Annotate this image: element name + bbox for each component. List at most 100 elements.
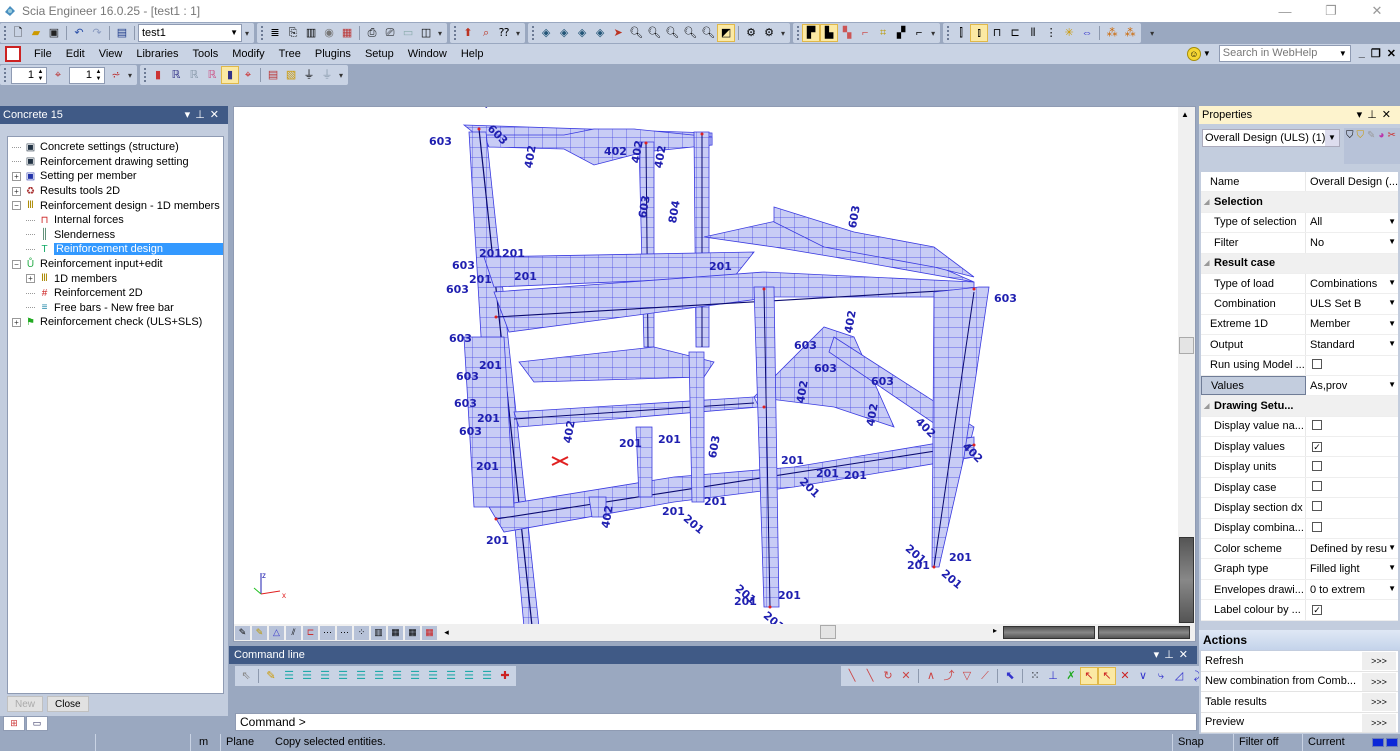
library-icon[interactable]: ▥ xyxy=(303,25,319,41)
disconnect-icon[interactable]: ✂ xyxy=(1387,130,1395,141)
snap-mid-icon[interactable]: ↖ xyxy=(1098,667,1116,685)
property-row[interactable]: Output Standard ▼ xyxy=(1201,335,1398,356)
section-box-icon[interactable]: ☰ xyxy=(443,668,459,684)
property-row[interactable]: Display value na... xyxy=(1201,416,1398,438)
pin-icon[interactable]: ⊥ xyxy=(195,109,210,121)
checkbox-checked[interactable]: ✓ xyxy=(1312,605,1322,616)
section-rect-icon[interactable]: ☰ xyxy=(281,668,297,684)
highlighter-icon[interactable]: ✎ xyxy=(252,625,267,640)
wireframe-icon[interactable]: ▛ xyxy=(802,24,821,42)
checkbox[interactable] xyxy=(1312,358,1322,369)
view-x-icon[interactable]: ◈ xyxy=(556,25,572,41)
snap-end-icon[interactable]: ↖ xyxy=(1080,667,1098,685)
material-icon[interactable]: ◉ xyxy=(321,25,337,41)
layers-icon[interactable]: ≣ xyxy=(267,25,283,41)
menu-edit[interactable]: Edit xyxy=(59,48,92,60)
view-params2-icon[interactable]: ⚙ xyxy=(761,25,777,41)
property-row[interactable]: Graph type Filled light ▼ xyxy=(1201,559,1398,580)
window-layout-icon[interactable]: ▤ xyxy=(114,25,130,41)
slope-icon[interactable]: ⟋ xyxy=(977,668,993,684)
property-value[interactable]: All xyxy=(1306,216,1398,228)
section-c-icon[interactable]: ☰ xyxy=(407,668,423,684)
mdi-restore-icon[interactable]: ❐ xyxy=(1371,47,1381,60)
section-i-icon[interactable]: ☰ xyxy=(299,668,315,684)
snap-perp-icon[interactable]: ⊥ xyxy=(1045,668,1061,684)
property-row[interactable]: Type of load Combinations ▼ xyxy=(1201,273,1398,295)
chevron-down-icon[interactable]: ▼ xyxy=(1388,563,1396,572)
calculator-icon[interactable]: ▭ xyxy=(400,25,416,41)
zoom-out-icon[interactable]: 🔍︎ xyxy=(646,25,662,41)
support-view-icon[interactable]: △ xyxy=(269,625,284,640)
expand-icon[interactable]: + xyxy=(12,317,21,327)
action-go-button[interactable]: >>> xyxy=(1362,652,1396,670)
tree-tab-icon[interactable]: ⊞ xyxy=(3,716,25,731)
properties-object-combo[interactable]: Overall Design (ULS) (1) ▼ xyxy=(1202,129,1340,147)
zoom-window-icon[interactable]: 🔍︎ xyxy=(682,25,698,41)
select-entity-icon[interactable]: ⬉ xyxy=(1002,668,1018,684)
pan-icon[interactable]: ➤ xyxy=(610,25,626,41)
pin-icon[interactable]: ⊥ xyxy=(1164,649,1179,661)
property-row[interactable]: Envelopes drawi... 0 to extrem ▼ xyxy=(1201,579,1398,601)
scroll-up-icon[interactable]: ▲ xyxy=(1181,110,1189,119)
node-icon[interactable]: ⫾ xyxy=(970,24,989,42)
spin-arrows-icon[interactable]: ▲ ▼ xyxy=(36,69,45,83)
tree-item[interactable]: + ♻ Results tools 2D xyxy=(8,184,223,199)
section-o-icon[interactable]: ☰ xyxy=(389,668,405,684)
menu-plugins[interactable]: Plugins xyxy=(308,48,358,60)
checkbox[interactable] xyxy=(1312,521,1322,532)
close-icon[interactable]: ✕ xyxy=(1382,109,1396,121)
section-l-icon[interactable]: ☰ xyxy=(335,668,351,684)
tree-item[interactable]: # Reinforcement 2D xyxy=(8,286,223,301)
section-pipe-icon[interactable]: ☰ xyxy=(461,668,477,684)
expand-icon[interactable]: + xyxy=(26,274,35,284)
zoom-all-icon[interactable]: 🔍︎ xyxy=(664,25,680,41)
action-row[interactable]: Table results >>> xyxy=(1201,692,1398,713)
plane-status[interactable]: Plane XY xyxy=(220,734,270,751)
graph-icon[interactable]: ⊏ xyxy=(303,625,318,640)
menu-file[interactable]: File xyxy=(27,48,59,60)
redo-icon[interactable]: ↷ xyxy=(89,25,105,41)
zoom-in-icon[interactable]: 🔍︎ xyxy=(628,25,644,41)
shading-icon[interactable]: ▞ xyxy=(893,25,909,41)
tree-item[interactable]: ⊓ Internal forces xyxy=(8,213,223,228)
3d-viewport[interactable]: z x 603201603402402402402603804603201603… xyxy=(233,106,1196,642)
triangle-icon[interactable]: ▽ xyxy=(959,668,975,684)
action-go-button[interactable]: >>> xyxy=(1362,672,1396,691)
cross-icon[interactable]: ✕ xyxy=(898,668,914,684)
property-value[interactable]: 0 to extrem xyxy=(1306,584,1398,596)
property-value[interactable]: Member xyxy=(1306,318,1398,330)
checkbox[interactable] xyxy=(1312,501,1322,512)
panel-menu-icon[interactable]: ▾ xyxy=(185,109,196,121)
collapse-triangle-icon[interactable]: ◢ xyxy=(1204,402,1209,410)
tree-item[interactable]: + ⚑ Reinforcement check (ULS+SLS) xyxy=(8,315,223,330)
panel-menu-icon[interactable]: ▾ xyxy=(1357,109,1368,121)
column-icon[interactable]: ⫴ xyxy=(1025,25,1041,41)
picture2-icon[interactable]: ▦ xyxy=(405,625,420,640)
action-go-button[interactable]: >>> xyxy=(1362,713,1396,732)
expand-icon[interactable]: + xyxy=(12,171,21,181)
snap-node-icon[interactable]: ✕ xyxy=(1117,668,1133,684)
tab-strip-1[interactable] xyxy=(1003,626,1095,639)
menu-help[interactable]: Help xyxy=(454,48,491,60)
line-icon[interactable]: ╲ xyxy=(844,668,860,684)
property-row[interactable]: Display values ✓ xyxy=(1201,437,1398,458)
menu-setup[interactable]: Setup xyxy=(358,48,401,60)
collapse-icon[interactable]: − xyxy=(12,259,21,269)
mdi-minimize-icon[interactable]: _ xyxy=(1359,47,1365,60)
report-icon[interactable]: ▤ xyxy=(265,67,281,83)
property-value[interactable]: As,prov xyxy=(1306,380,1398,392)
solid-icon[interactable]: ▙ xyxy=(820,24,839,42)
view-z-icon[interactable]: ◈ xyxy=(592,25,608,41)
property-value[interactable]: ULS Set B xyxy=(1306,298,1398,310)
open-folder-icon[interactable]: ▰ xyxy=(28,25,44,41)
property-row[interactable]: Display units xyxy=(1201,457,1398,478)
undo-icon[interactable]: ↶ xyxy=(71,25,87,41)
menu-view[interactable]: View xyxy=(92,48,130,60)
document-icon[interactable]: ⎘ xyxy=(285,25,301,41)
property-group[interactable]: ◢ Result case xyxy=(1201,253,1398,274)
section-plate-icon[interactable]: ☰ xyxy=(479,668,495,684)
collapse-triangle-icon[interactable]: ◢ xyxy=(1204,198,1209,206)
rebar-active-icon[interactable]: ▮ xyxy=(221,66,240,84)
property-row[interactable]: Label colour by ... ✓ xyxy=(1201,600,1398,621)
filter-off-icon[interactable]: ⏚ xyxy=(319,67,335,83)
